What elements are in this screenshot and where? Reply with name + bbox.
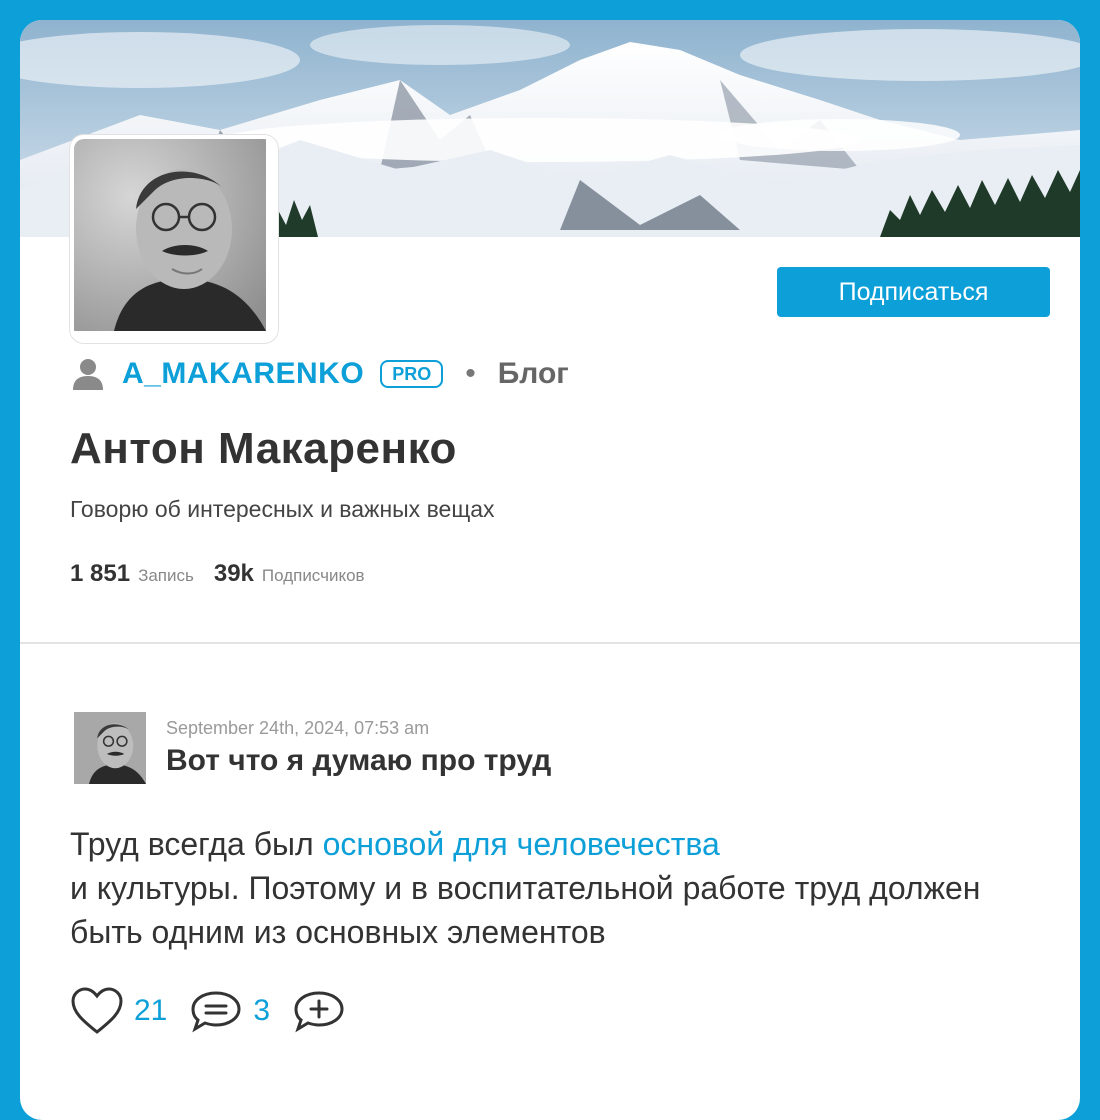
profile-stats: 1 851 Запись 39k Подписчиков [70, 560, 385, 588]
divider [20, 642, 1080, 644]
followers-label: Подписчиков [261, 566, 365, 585]
add-button[interactable] [292, 989, 346, 1033]
profile-avatar[interactable] [70, 135, 278, 343]
subscribe-button[interactable]: Подписаться [777, 267, 1050, 317]
post-author-avatar[interactable] [74, 712, 146, 784]
post-date: September 24th, 2024, 07:53 am [166, 718, 430, 738]
comment-icon [191, 991, 241, 1033]
profile-card: Подписаться A_MAKARENKO PRO • Блог Антон… [20, 20, 1080, 1120]
post-title[interactable]: Вот что я думаю про труд [166, 744, 551, 778]
post-actions: 21 3 [70, 986, 346, 1036]
comment-count: 3 [253, 994, 271, 1027]
account-type: Блог [497, 357, 569, 390]
post-avatar-portrait [74, 712, 146, 784]
separator-dot: • [465, 357, 476, 390]
profile-bio: Говорю об интересных и важных вещах [70, 496, 495, 522]
heart-icon [71, 987, 123, 1034]
post-text-start: Труд всегда был [70, 826, 323, 862]
avatar-portrait [74, 139, 266, 331]
post-text-end: и культуры. Поэтому и в воспитательной р… [70, 870, 981, 950]
pro-badge: PRO [380, 360, 444, 388]
profile-name: Антон Макаренко [70, 424, 457, 473]
add-icon [294, 991, 344, 1033]
like-button[interactable]: 21 [70, 986, 189, 1036]
followers-count: 39k [213, 560, 254, 587]
post-inline-link[interactable]: основой для человечества [323, 826, 720, 862]
user-row: A_MAKARENKO PRO • Блог [70, 354, 569, 394]
user-icon [70, 356, 106, 392]
posts-count: 1 851 [70, 560, 131, 587]
username-link[interactable]: A_MAKARENKO [122, 357, 364, 391]
posts-label: Запись [138, 566, 194, 585]
post-body: Труд всегда был основой для человечества… [70, 822, 1010, 954]
like-count: 21 [134, 994, 168, 1027]
comment-button[interactable]: 3 [189, 989, 292, 1033]
